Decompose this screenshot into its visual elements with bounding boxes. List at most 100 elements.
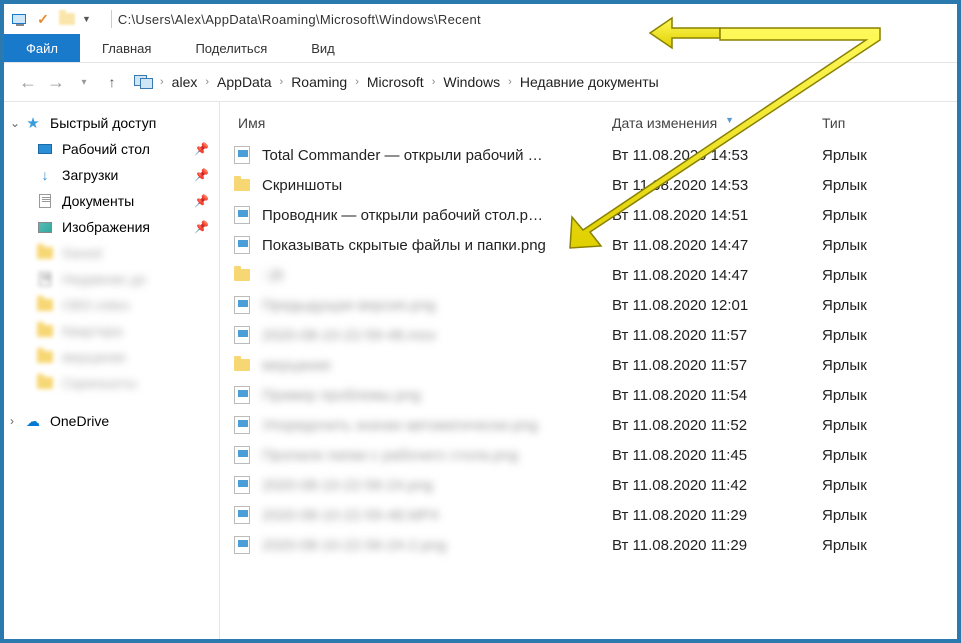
- history-dropdown-icon[interactable]: ▾: [70, 68, 98, 96]
- file-date: Вт 11.08.2020 11:45: [612, 447, 822, 464]
- file-row[interactable]: 2020-08-10-22-56-24.pngВт 11.08.2020 11:…: [232, 470, 957, 500]
- breadcrumb-item[interactable]: AppData: [211, 74, 277, 90]
- ribbon-tabs: Файл Главная Поделиться Вид: [4, 34, 957, 62]
- address-path[interactable]: C:\Users\Alex\AppData\Roaming\Microsoft\…: [118, 12, 481, 27]
- forward-button[interactable]: →: [42, 68, 70, 96]
- new-folder-icon[interactable]: [58, 10, 76, 28]
- breadcrumb-item[interactable]: alex: [166, 74, 204, 90]
- chevron-right-icon[interactable]: ›: [506, 76, 514, 88]
- file-date: Вт 11.08.2020 14:51: [612, 207, 822, 224]
- file-date: Вт 11.08.2020 11:42: [612, 477, 822, 494]
- shortcut-icon: [232, 445, 252, 465]
- tab-view[interactable]: Вид: [289, 34, 357, 62]
- chevron-right-icon[interactable]: ›: [278, 76, 286, 88]
- sidebar-quick-access[interactable]: ⌄ ★ Быстрый доступ: [4, 110, 219, 136]
- sidebar-item[interactable]: OBS-video: [4, 292, 219, 318]
- tab-home[interactable]: Главная: [80, 34, 173, 62]
- breadcrumb-item[interactable]: Windows: [437, 74, 506, 90]
- cloud-icon: ☁: [24, 412, 42, 430]
- doc-icon: [36, 192, 54, 210]
- file-type: Ярлык: [822, 387, 922, 404]
- folder-icon: [36, 374, 54, 392]
- file-type: Ярлык: [822, 417, 922, 434]
- chevron-right-icon[interactable]: ›: [10, 414, 14, 428]
- sidebar-item-label: Изображения: [62, 219, 150, 235]
- file-row[interactable]: ::{6Вт 11.08.2020 14:47Ярлык: [232, 260, 957, 290]
- file-row[interactable]: Показывать скрытые файлы и папки.pngВт 1…: [232, 230, 957, 260]
- file-row[interactable]: 2020-08-10-22-59-48.MP4Вт 11.08.2020 11:…: [232, 500, 957, 530]
- chevron-right-icon[interactable]: ›: [158, 76, 166, 88]
- file-type: Ярлык: [822, 147, 922, 164]
- navigation-bar: ← → ▾ ↑ › alex › AppData › Roaming › Mic…: [4, 62, 957, 102]
- sidebar-onedrive[interactable]: › ☁ OneDrive: [4, 408, 219, 434]
- file-row[interactable]: Пропали папки с рабочего стола.pngВт 11.…: [232, 440, 957, 470]
- file-type: Ярлык: [822, 327, 922, 344]
- sidebar-item-label: OBS-video: [62, 297, 130, 313]
- chevron-down-icon[interactable]: ⌄: [10, 116, 20, 130]
- file-row[interactable]: СкриншотыВт 11.08.2020 14:53Ярлык: [232, 170, 957, 200]
- chevron-right-icon[interactable]: ›: [430, 76, 438, 88]
- file-name: Скриншоты: [262, 177, 612, 194]
- sidebar-item[interactable]: Saved: [4, 240, 219, 266]
- shortcut-vid-icon: [232, 505, 252, 525]
- quick-access-toolbar: ✓ ▼: [10, 10, 95, 28]
- column-header-date[interactable]: Дата изменения ▼: [612, 115, 822, 131]
- breadcrumb[interactable]: › alex › AppData › Roaming › Microsoft ›…: [126, 68, 947, 96]
- file-name: 2020-08-10-22-59-48.MP4: [262, 507, 612, 524]
- file-type: Ярлык: [822, 357, 922, 374]
- tab-file[interactable]: Файл: [4, 34, 80, 62]
- sidebar-item-label: Квартира: [62, 323, 123, 339]
- file-row[interactable]: Упорядочить значки автоматически.pngВт 1…: [232, 410, 957, 440]
- sort-desc-icon: ▼: [725, 115, 734, 125]
- qat-dropdown-icon[interactable]: ▼: [82, 14, 91, 24]
- up-button[interactable]: ↑: [98, 68, 126, 96]
- sidebar-item-label: Saved: [62, 245, 102, 261]
- img-icon: [36, 218, 54, 236]
- breadcrumb-item[interactable]: Roaming: [285, 74, 353, 90]
- shortcut-icon: [232, 235, 252, 255]
- file-name: 2020-08-10-22-56-24.png: [262, 477, 612, 494]
- sidebar-item[interactable]: мерцание: [4, 344, 219, 370]
- shortcut-vid-icon: [232, 325, 252, 345]
- file-row[interactable]: 2020-08-10-22-56-24-2.pngВт 11.08.2020 1…: [232, 530, 957, 560]
- sidebar-item-label: OneDrive: [50, 413, 109, 429]
- column-header-type[interactable]: Тип: [822, 115, 922, 131]
- shortcut-icon: [232, 535, 252, 555]
- file-row[interactable]: Проводник — открыли рабочий стол.p…Вт 11…: [232, 200, 957, 230]
- navigation-pane: ⌄ ★ Быстрый доступ Рабочий стол📌↓Загрузк…: [4, 102, 220, 639]
- folder-icon: [36, 322, 54, 340]
- chevron-right-icon[interactable]: ›: [353, 76, 361, 88]
- sidebar-item[interactable]: Недавние до: [4, 266, 219, 292]
- sidebar-item[interactable]: Скриншоты: [4, 370, 219, 396]
- file-row[interactable]: мерцаниеВт 11.08.2020 11:57Ярлык: [232, 350, 957, 380]
- sidebar-item[interactable]: Квартира: [4, 318, 219, 344]
- sidebar-item[interactable]: Изображения📌: [4, 214, 219, 240]
- sidebar-item[interactable]: ↓Загрузки📌: [4, 162, 219, 188]
- file-row[interactable]: Пример проблемы.pngВт 11.08.2020 11:54Яр…: [232, 380, 957, 410]
- breadcrumb-item[interactable]: Недавние документы: [514, 74, 665, 90]
- column-label: Тип: [822, 115, 845, 131]
- file-date: Вт 11.08.2020 14:47: [612, 267, 822, 284]
- sidebar-item-label: Быстрый доступ: [50, 115, 156, 131]
- file-row[interactable]: Предыдущая версия.pngВт 11.08.2020 12:01…: [232, 290, 957, 320]
- column-header-name[interactable]: Имя: [232, 115, 612, 131]
- file-type: Ярлык: [822, 537, 922, 554]
- sidebar-item[interactable]: Рабочий стол📌: [4, 136, 219, 162]
- folder-icon: [232, 265, 252, 285]
- file-row[interactable]: Total Commander — открыли рабочий …Вт 11…: [232, 140, 957, 170]
- column-label: Дата изменения: [612, 115, 717, 131]
- back-button[interactable]: ←: [14, 68, 42, 96]
- properties-icon[interactable]: ✓: [34, 10, 52, 28]
- sidebar-item-label: Документы: [62, 193, 134, 209]
- sidebar-item[interactable]: Документы📌: [4, 188, 219, 214]
- tab-share[interactable]: Поделиться: [173, 34, 289, 62]
- chevron-right-icon[interactable]: ›: [203, 76, 211, 88]
- shortcut-icon: [232, 385, 252, 405]
- separator: [111, 10, 112, 28]
- file-row[interactable]: 2020-08-10-22-59-48.movВт 11.08.2020 11:…: [232, 320, 957, 350]
- app-icon: [10, 10, 28, 28]
- file-date: Вт 11.08.2020 12:01: [612, 297, 822, 314]
- folder-icon: [232, 355, 252, 375]
- file-name: мерцание: [262, 357, 612, 374]
- breadcrumb-item[interactable]: Microsoft: [361, 74, 430, 90]
